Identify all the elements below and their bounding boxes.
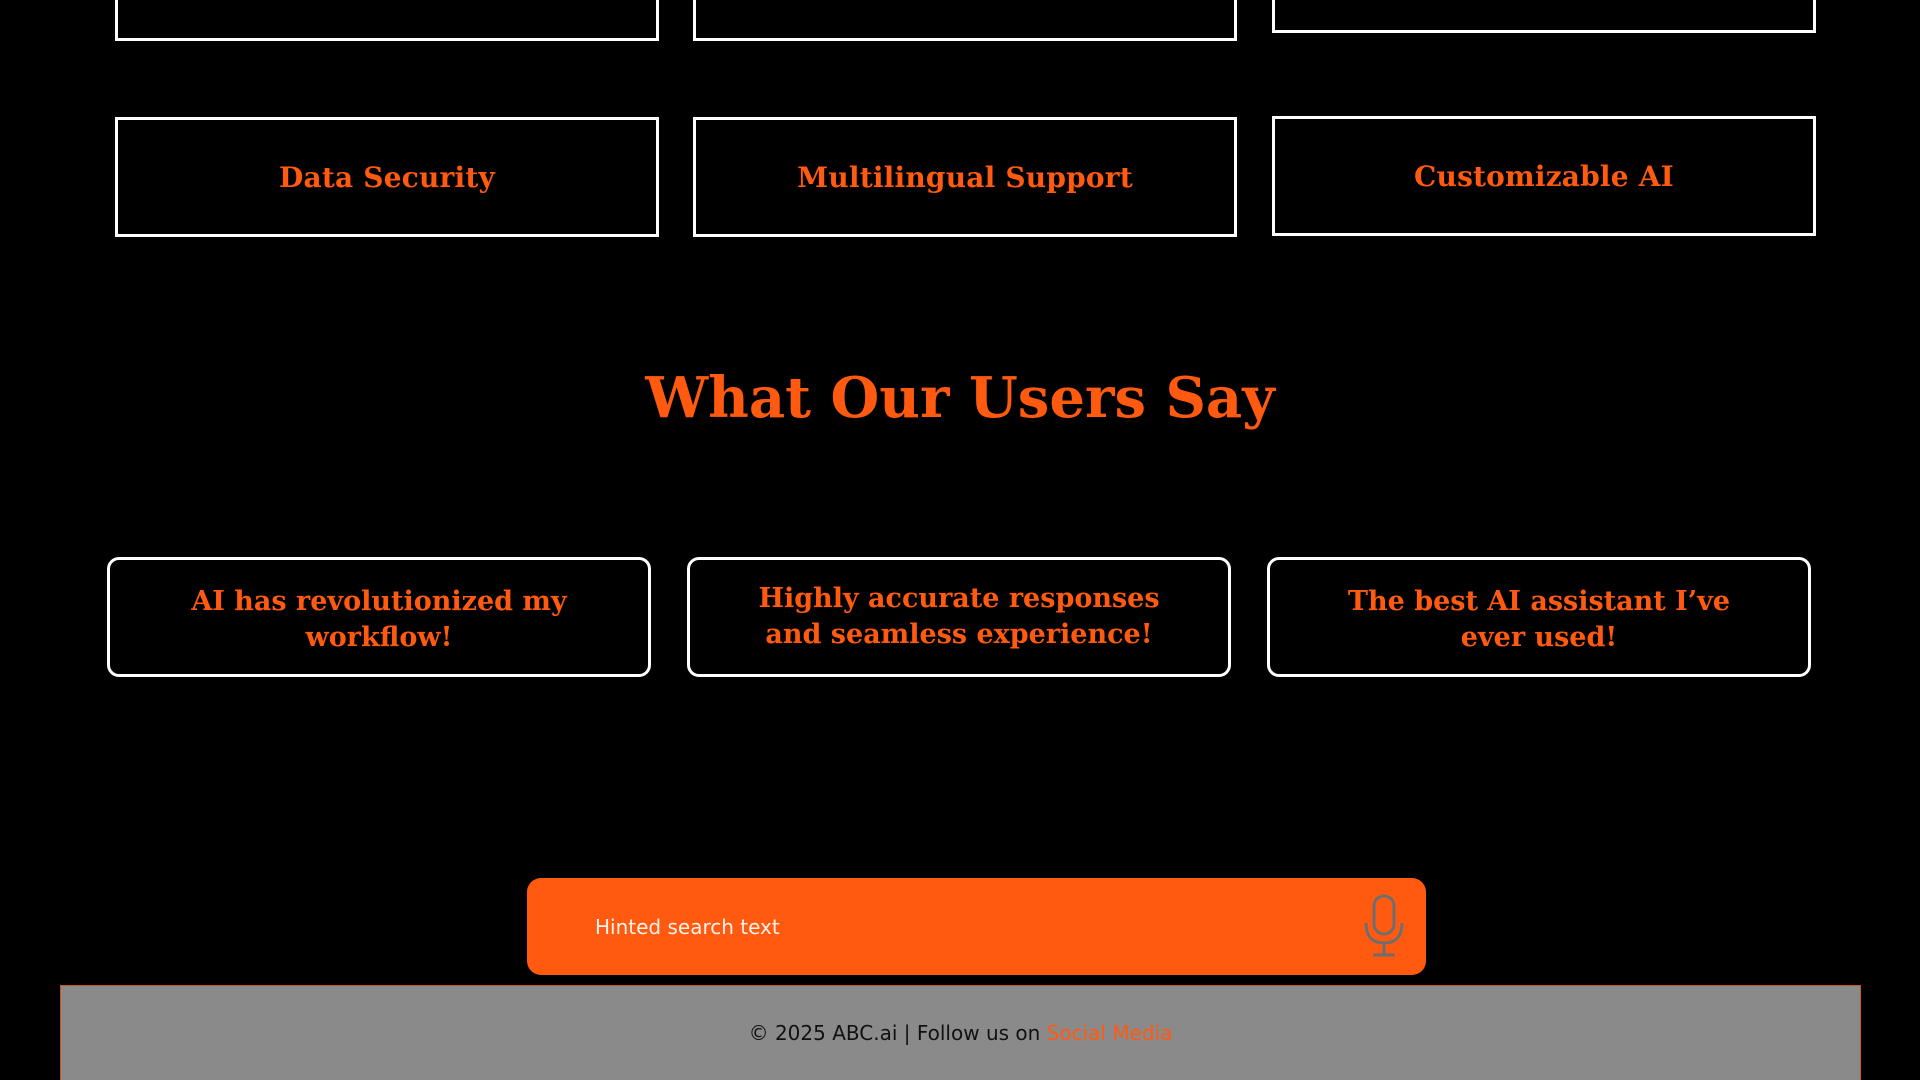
testimonials-heading: What Our Users Say (645, 365, 1275, 431)
feature-card-top-2 (693, 0, 1237, 41)
search-bar (527, 878, 1426, 975)
feature-card-top-1 (115, 0, 659, 41)
feature-card-multilingual-support: Multilingual Support (693, 117, 1237, 237)
feature-title: Multilingual Support (797, 160, 1133, 194)
feature-card-top-3 (1272, 0, 1816, 33)
testimonial-card-3: The best AI assistant I’ve ever used! (1267, 557, 1811, 677)
testimonial-card-1: AI has revolutionized my workflow! (107, 557, 651, 677)
social-media-link[interactable]: Social Media (1047, 1021, 1173, 1045)
feature-card-customizable-ai: Customizable AI (1272, 116, 1816, 236)
footer-copyright: © 2025 ABC.ai | Follow us on (748, 1021, 1047, 1045)
testimonial-quote: AI has revolutionized my workflow! (191, 586, 567, 653)
feature-card-data-security: Data Security (115, 117, 659, 237)
footer-line: © 2025 ABC.ai | Follow us on Social Medi… (61, 1021, 1860, 1045)
testimonial-card-2: Highly accurate responses and seamless e… (687, 557, 1231, 677)
footer: © 2025 ABC.ai | Follow us on Social Medi… (60, 985, 1861, 1080)
testimonial-quote: Highly accurate responses and seamless e… (758, 583, 1160, 650)
feature-title: Data Security (279, 160, 495, 194)
microphone-icon[interactable] (1359, 893, 1409, 959)
testimonial-quote: The best AI assistant I’ve ever used! (1347, 586, 1731, 653)
feature-title: Customizable AI (1414, 159, 1674, 193)
search-input[interactable] (595, 878, 1295, 975)
